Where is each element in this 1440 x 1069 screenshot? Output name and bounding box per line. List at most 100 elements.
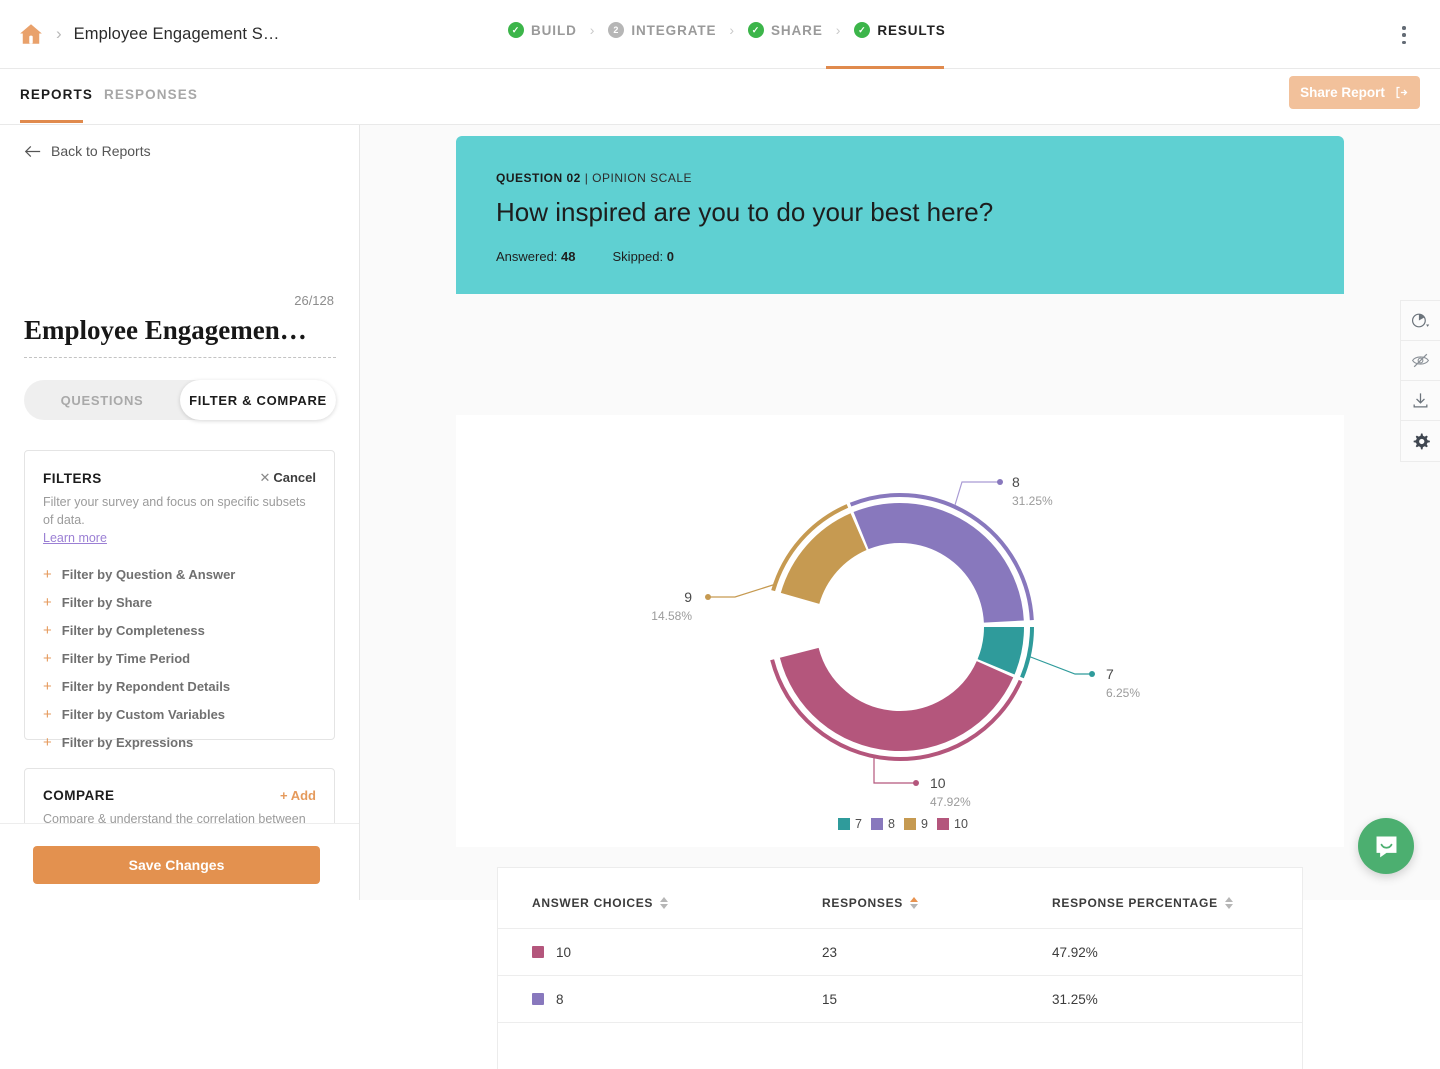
step-arrow-2: ›	[729, 22, 735, 38]
choice-label: 10	[556, 945, 571, 960]
download-button[interactable]	[1401, 381, 1440, 421]
filters-learn-more-link[interactable]: Learn more	[43, 531, 107, 545]
filter-item-label: Filter by Expressions	[62, 735, 194, 750]
chart-type-button[interactable]	[1401, 301, 1440, 341]
filter-item-expressions[interactable]: +Filter by Expressions	[25, 728, 334, 756]
filters-cancel-label: Cancel	[273, 470, 316, 485]
filter-item-custom-variables[interactable]: + Filter by Custom Variables	[25, 700, 334, 728]
sidebar-footer: Save Changes	[0, 823, 359, 900]
column-header-responses[interactable]: RESPONSES	[822, 896, 1052, 910]
toggle-filter-compare[interactable]: FILTER & COMPARE	[180, 380, 336, 420]
tab-reports[interactable]: REPORTS	[20, 87, 93, 102]
filters-card-header: FILTERS ✕Cancel	[25, 451, 334, 486]
answered-stat: Answered: 48	[496, 249, 576, 264]
intercom-launcher-button[interactable]	[1358, 818, 1414, 874]
step-build-label: BUILD	[531, 23, 577, 38]
settings-button[interactable]	[1401, 421, 1440, 461]
responses-table: ANSWER CHOICES RESPONSES RESPONSE PERCEN…	[497, 867, 1303, 1069]
share-report-button[interactable]: Share Report	[1289, 76, 1420, 109]
back-to-reports-link[interactable]: Back to Reports	[24, 143, 151, 159]
filters-heading: FILTERS	[43, 471, 102, 486]
plus-icon: +	[43, 623, 52, 638]
filters-description-text: Filter your survey and focus on specific…	[43, 495, 306, 527]
column-header-response-percentage[interactable]: RESPONSE PERCENTAGE	[1052, 896, 1233, 910]
filter-item-label: Filter by Share	[62, 595, 152, 610]
step-results-label: RESULTS	[877, 23, 945, 38]
donut-label-10-name: 10	[930, 775, 946, 791]
choice-label: 8	[556, 992, 564, 1007]
filter-item-label: Filter by Question & Answer	[62, 567, 236, 582]
legend-swatch-7	[838, 818, 850, 830]
tab-responses[interactable]: RESPONSES	[104, 87, 198, 102]
choice-color-swatch	[532, 993, 544, 1005]
donut-label-10-pct: 47.92%	[930, 795, 971, 809]
compare-add-button[interactable]: + Add	[280, 788, 316, 803]
filter-item-question-answer[interactable]: + Filter by Question & Answer	[25, 560, 334, 588]
step-build-check-icon: ✓	[508, 22, 524, 38]
compare-add-label: Add	[291, 788, 316, 803]
answered-label: Answered:	[496, 249, 557, 264]
legend-swatch-10	[937, 818, 949, 830]
plus-icon: +	[43, 679, 52, 694]
kebab-menu-icon[interactable]	[1394, 24, 1414, 46]
question-meta: QUESTION 02 | OPINION SCALE	[496, 171, 1304, 185]
close-icon: ✕	[259, 470, 270, 485]
step-results[interactable]: ✓ RESULTS	[854, 22, 945, 38]
question-type: OPINION SCALE	[592, 171, 692, 185]
sort-toggle-answer-choices[interactable]	[660, 897, 668, 909]
filters-description: Filter your survey and focus on specific…	[25, 486, 334, 547]
legend-swatch-9	[904, 818, 916, 830]
step-integrate-label: INTEGRATE	[631, 23, 716, 38]
step-share-check-icon: ✓	[748, 22, 764, 38]
question-text: How inspired are you to do your best her…	[496, 197, 1304, 228]
donut-segment-8[interactable]	[861, 523, 1004, 622]
step-build[interactable]: ✓ BUILD	[508, 22, 577, 38]
view-toggle: QUESTIONS FILTER & COMPARE	[24, 380, 336, 420]
filter-item-label: Filter by Repondent Details	[62, 679, 230, 694]
filter-item-completeness[interactable]: + Filter by Completeness	[25, 616, 334, 644]
download-icon	[1411, 391, 1430, 410]
chart-tool-rail	[1400, 300, 1440, 462]
step-arrow-3: ›	[836, 22, 842, 38]
workflow-steps: ✓ BUILD › 2 INTEGRATE › ✓ SHARE › ✓ RESU…	[508, 22, 946, 38]
sort-toggle-responses[interactable]	[910, 897, 918, 909]
leader-line-8	[955, 482, 1000, 505]
donut-label-9-pct: 14.58%	[651, 609, 692, 623]
filter-item-respondent-details[interactable]: + Filter by Repondent Details	[25, 672, 334, 700]
step-share[interactable]: ✓ SHARE	[748, 22, 823, 38]
legend-swatch-8	[871, 818, 883, 830]
donut-segment-9[interactable]	[800, 532, 859, 599]
breadcrumb-survey-name[interactable]: Employee Engagement S…	[74, 25, 280, 44]
cell-answer-choice: 8	[532, 992, 822, 1007]
column-header-answer-choices[interactable]: ANSWER CHOICES	[532, 896, 822, 910]
back-to-reports-label: Back to Reports	[51, 143, 151, 159]
step-integrate[interactable]: 2 INTEGRATE	[608, 22, 716, 38]
plus-icon: +	[43, 595, 52, 610]
plus-icon: +	[43, 707, 52, 722]
filter-item-label: Filter by Custom Variables	[62, 707, 225, 722]
hide-eye-icon	[1411, 351, 1430, 370]
toggle-questions[interactable]: QUESTIONS	[24, 380, 180, 420]
step-results-check-icon: ✓	[854, 22, 870, 38]
filter-item-time-period[interactable]: +Filter by Time Period	[25, 644, 334, 672]
hide-question-button[interactable]	[1401, 341, 1440, 381]
filter-item-share[interactable]: + Filter by Share	[25, 588, 334, 616]
home-icon[interactable]	[18, 21, 44, 47]
donut-segment-10[interactable]	[799, 653, 995, 731]
filters-cancel-button[interactable]: ✕Cancel	[259, 470, 316, 486]
plus-icon: +	[43, 567, 52, 582]
plus-icon: +	[43, 651, 52, 666]
top-bar: › Employee Engagement S… ✓ BUILD › 2 INT…	[0, 0, 1440, 69]
donut-label-8-name: 8	[1012, 474, 1020, 490]
leader-dot-7	[1089, 671, 1095, 677]
donut-chart-svg: 8 31.25% 9 14.58% 7 6.25% 10 47.92%	[456, 415, 1344, 847]
sort-toggle-response-percentage[interactable]	[1225, 897, 1233, 909]
filter-item-label: Filter by Completeness	[62, 623, 205, 638]
legend-label-10: 10	[954, 817, 968, 831]
donut-segment-7[interactable]	[996, 627, 1004, 667]
column-label: ANSWER CHOICES	[532, 896, 653, 910]
question-counter: 26/128	[294, 293, 334, 308]
question-number: QUESTION 02	[496, 171, 581, 185]
cell-percentage: 47.92%	[1052, 945, 1098, 960]
save-changes-button[interactable]: Save Changes	[33, 846, 320, 884]
